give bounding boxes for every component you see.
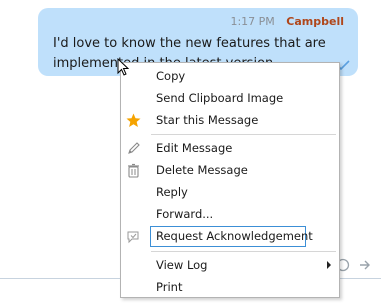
acknowledge-icon (127, 231, 139, 244)
menu-item-copy[interactable]: Copy (121, 65, 339, 87)
menu-item-label: Edit Message (156, 141, 233, 155)
menu-item-label: View Log (156, 258, 208, 272)
mouse-cursor-icon (117, 58, 130, 76)
menu-item-label: Star this Message (156, 113, 259, 127)
menu-item-label: Reply (156, 185, 188, 199)
message-time: 1:17 PM (230, 15, 275, 28)
menu-item-label: Forward... (156, 207, 214, 221)
menu-item-request-acknowledgement[interactable]: Request Acknowledgement (121, 225, 339, 247)
menu-item-edit-message[interactable]: Edit Message (121, 137, 339, 159)
menu-item-label: Send Clipboard Image (156, 91, 284, 105)
menu-item-delete-message[interactable]: Delete Message (121, 159, 339, 181)
menu-item-star-message[interactable]: Star this Message (121, 109, 339, 131)
trash-icon (128, 163, 139, 178)
message-sender: Campbell (286, 15, 344, 28)
menu-item-forward[interactable]: Forward... (121, 203, 339, 225)
menu-item-label: Request Acknowledgement (156, 229, 313, 243)
menu-item-label: Copy (156, 69, 186, 83)
pencil-icon (128, 142, 140, 154)
menu-item-send-clipboard-image[interactable]: Send Clipboard Image (121, 87, 339, 109)
menu-item-view-log[interactable]: View Log (121, 254, 339, 276)
menu-item-label: Print (156, 280, 183, 294)
star-icon (126, 113, 141, 127)
menu-separator (151, 251, 336, 252)
menu-item-reply[interactable]: Reply (121, 181, 339, 203)
menu-item-print[interactable]: Print (121, 276, 339, 298)
menu-item-label: Delete Message (156, 163, 248, 177)
send-arrow-icon[interactable] (358, 258, 372, 272)
menu-separator (151, 134, 336, 135)
submenu-arrow-icon (327, 261, 331, 269)
context-menu: Copy Send Clipboard Image Star this Mess… (120, 62, 340, 298)
message-meta: 1:17 PM Campbell (230, 15, 344, 28)
